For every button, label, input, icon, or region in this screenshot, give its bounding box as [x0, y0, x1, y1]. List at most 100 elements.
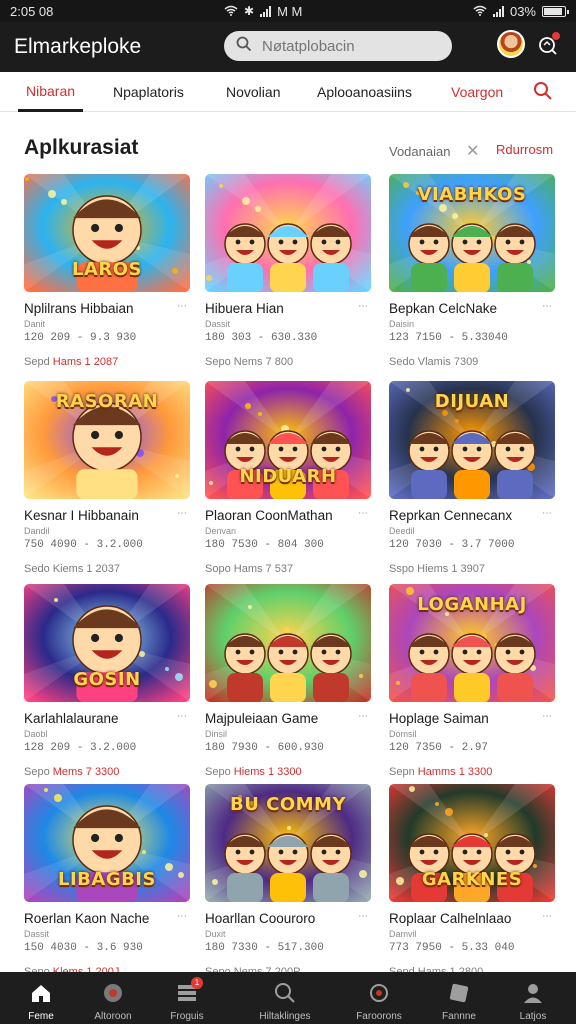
app-stats: 120 7030 - 3.7 7000 — [389, 539, 515, 551]
app-developer: Danit — [24, 319, 46, 329]
app-card[interactable]: LIBAGBIS Roerlan Kaon Nache ⋯ Dassit 150 403… — [24, 784, 190, 978]
footer-value: Hiems 1 3300 — [233, 766, 302, 778]
search-input[interactable] — [262, 37, 432, 55]
hammer-game-art[interactable]: LIBAGBIS — [24, 784, 190, 902]
more-options-icon[interactable]: ⋯ — [177, 711, 188, 722]
app-card[interactable]: DIJUAN Reprkan Cennecanx ⋯ Deedil 120 7030 -… — [389, 381, 555, 575]
robot-game-art[interactable]: GOSIN — [24, 584, 190, 702]
more-options-icon[interactable]: ⋯ — [358, 301, 369, 312]
app-footer: Sepn Hamms 1 3300 — [389, 766, 555, 778]
search-bar[interactable] — [224, 31, 452, 61]
tab-aplooanoasiins[interactable]: Aplooanoasiins — [317, 72, 412, 112]
footer-value: Nems 7 800 — [233, 356, 294, 368]
app-card[interactable]: LOGANHAJ Hoplage Saiman ⋯ Domsil 120 7350 - … — [389, 584, 555, 778]
tab-npaplatoris[interactable]: Npaplatoris — [113, 72, 184, 112]
app-developer: Dinsil — [205, 729, 228, 739]
search-icon — [274, 982, 296, 1004]
friends-game-art[interactable]: VIABHKOS — [389, 174, 555, 292]
footer-label: Sedo — [389, 356, 415, 368]
art-title-text: LOGANHAJ — [417, 594, 527, 615]
app-title[interactable]: Reprkan Cennecanx — [389, 508, 555, 523]
more-options-icon[interactable]: ⋯ — [542, 911, 553, 922]
person-icon — [522, 982, 544, 1004]
bottom-navigation: Feme Altoroon 1 Froguis Hiltaklinges Farooron… — [0, 972, 576, 1024]
nav-badge: 1 — [191, 977, 203, 989]
category-tabs: Nibaran Npaplatoris Novolian Aplooanoasi… — [0, 72, 576, 112]
tab-voargon[interactable]: Voargon — [451, 72, 503, 112]
heroes-game-art[interactable]: GARKNES — [389, 784, 555, 902]
more-options-icon[interactable]: ⋯ — [542, 508, 553, 519]
nav-item-apps-circle[interactable]: Altoroon — [72, 972, 154, 1024]
grid-icon: 1 — [176, 977, 203, 1004]
app-card[interactable]: GARKNES Roplaar Calhelnlaao ⋯ Damvil 773 795… — [389, 784, 555, 978]
nav-item-tag[interactable]: Faroorons — [338, 972, 420, 1024]
status-time: 2:05 08 — [10, 3, 54, 19]
nav-item-card[interactable]: Fannne — [418, 972, 500, 1024]
avatar[interactable] — [497, 30, 525, 58]
notification-button[interactable] — [536, 32, 560, 58]
app-stats: 180 7330 - 517.300 — [205, 942, 324, 954]
app-title[interactable]: Hoplage Saiman — [389, 711, 555, 726]
app-developer: Daisin — [389, 319, 415, 329]
battle-game-art[interactable]: DIJUAN — [389, 381, 555, 499]
sort-dropdown[interactable]: Vodanaian — [389, 144, 450, 159]
more-options-icon[interactable]: ⋯ — [177, 911, 188, 922]
nav-item-grid[interactable]: 1 Froguis — [146, 972, 228, 1024]
more-options-icon[interactable]: ⋯ — [177, 301, 188, 312]
app-title[interactable]: Majpuleiaan Game — [205, 711, 371, 726]
tab-label: Nibaran — [26, 82, 76, 99]
app-card[interactable]: LAROS Nplilrans Hibbaian ⋯ Danit 120 209 - 9… — [24, 174, 190, 368]
nav-item-person[interactable]: Latjos — [492, 972, 574, 1024]
clear-filter-icon[interactable]: ✕ — [466, 141, 479, 161]
app-footer: Sepd Hams 1 2087 — [24, 356, 190, 368]
more-options-icon[interactable]: ⋯ — [177, 508, 188, 519]
nav-item-home[interactable]: Feme — [0, 972, 82, 1024]
notification-dot — [552, 32, 560, 40]
art-title-text: NIDUARH — [239, 466, 337, 487]
app-title[interactable]: Karlahlalaurane — [24, 711, 190, 726]
nav-item-search[interactable]: Hiltaklinges — [244, 972, 326, 1024]
footer-value: Vlamis 7309 — [417, 356, 479, 368]
crowd-game-art[interactable]: LOGANHAJ — [389, 584, 555, 702]
see-all-link[interactable]: Rdurrosm — [496, 142, 553, 157]
cannon-game-art[interactable] — [205, 584, 371, 702]
tab-nibaran[interactable]: Nibaran — [18, 72, 84, 112]
app-footer: Sepo Mems 7 3300 — [24, 766, 190, 778]
more-options-icon[interactable]: ⋯ — [542, 711, 553, 722]
smiley-game-art[interactable]: LAROS — [24, 174, 190, 292]
more-options-icon[interactable]: ⋯ — [358, 508, 369, 519]
app-card[interactable]: GOSIN Karlahlalaurane ⋯ Daobl 128 209 - 3.2.… — [24, 584, 190, 778]
app-card[interactable]: VIABHKOS Bepkan CelcNake ⋯ Daisin 123 7150 -… — [389, 174, 555, 368]
app-title[interactable]: Roplaar Calhelnlaao — [389, 911, 555, 926]
tech-game-art[interactable]: BU COMMY — [205, 784, 371, 902]
app-title[interactable]: Kesnar I Hibbanain — [24, 508, 190, 523]
app-stats: 150 4030 - 3.6 930 — [24, 942, 143, 954]
squad-game-art[interactable]: RASORAN — [24, 381, 190, 499]
more-options-icon[interactable]: ⋯ — [542, 301, 553, 312]
app-title[interactable]: Hibuera Hian — [205, 301, 371, 316]
art-title-text: LAROS — [71, 259, 143, 280]
tab-label: Npaplatoris — [113, 84, 184, 100]
tab-novolian[interactable]: Novolian — [226, 72, 280, 112]
app-card[interactable]: NIDUARH Plaoran CoonMathan ⋯ Denvan 180 7530… — [205, 381, 371, 575]
monster-game-art[interactable]: NIDUARH — [205, 381, 371, 499]
kids-party-game-art[interactable] — [205, 174, 371, 292]
app-title[interactable]: Hoarllan Coouroro — [205, 911, 371, 926]
app-title[interactable]: Plaoran CoonMathan — [205, 508, 371, 523]
app-card[interactable]: RASORAN Kesnar I Hibbanain ⋯ Dandil 750 4090… — [24, 381, 190, 575]
app-title[interactable]: Roerlan Kaon Nache — [24, 911, 190, 926]
app-title[interactable]: Nplilrans Hibbaian — [24, 301, 190, 316]
nav-label: Feme — [28, 1011, 54, 1022]
footer-value: Hams 1 2087 — [52, 356, 119, 368]
art-title-text: RASORAN — [55, 391, 159, 412]
app-card[interactable]: Majpuleiaan Game ⋯ Dinsil 180 7930 - 600.93… — [205, 584, 371, 778]
more-options-icon[interactable]: ⋯ — [358, 711, 369, 722]
footer-value: Kiems 1 2037 — [52, 563, 121, 575]
more-options-icon[interactable]: ⋯ — [358, 911, 369, 922]
app-card[interactable]: Hibuera Hian ⋯ Dassit 180 303 - 630.330 Sepo… — [205, 174, 371, 368]
app-title[interactable]: Bepkan CelcNake — [389, 301, 555, 316]
app-card[interactable]: BU COMMY Hoarllan Coouroro ⋯ Duxit 180 7330 … — [205, 784, 371, 978]
tab-search-button[interactable] — [533, 81, 555, 103]
app-developer: Duxit — [205, 929, 226, 939]
app-stats: 750 4090 - 3.2.000 — [24, 539, 143, 551]
